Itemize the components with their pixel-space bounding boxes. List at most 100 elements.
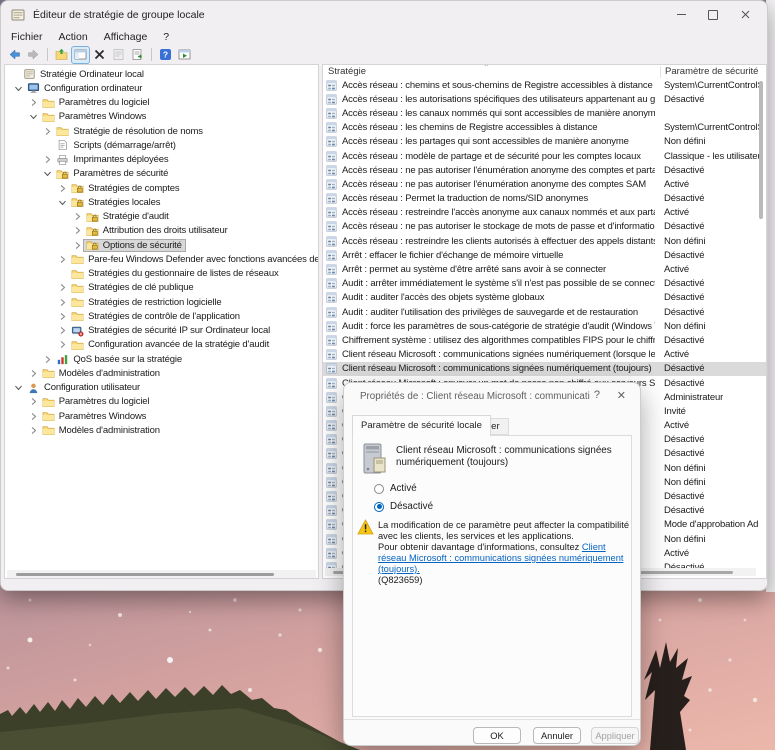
tree-item[interactable]: Stratégies de clé publique — [5, 281, 318, 295]
policy-row[interactable]: Accès réseau : les chemins de Registre a… — [323, 121, 766, 135]
tree-item[interactable]: QoS basée sur la stratégie — [5, 352, 318, 366]
policy-row[interactable]: Accès réseau : chemins et sous-chemins d… — [323, 78, 766, 92]
chevron-right-icon[interactable] — [57, 282, 68, 293]
list-vertical-scrollbar[interactable] — [759, 79, 763, 567]
policy-row[interactable]: Accès réseau : les canaux nommés qui son… — [323, 106, 766, 120]
chevron-right-icon[interactable] — [42, 154, 53, 165]
tree-item[interactable]: Stratégie d'audit — [5, 210, 318, 224]
radio-enabled[interactable]: Activé — [374, 483, 417, 494]
tree-item[interactable]: Configuration ordinateur — [5, 81, 318, 95]
chevron-right-icon[interactable] — [28, 368, 39, 379]
maximize-button[interactable] — [697, 1, 729, 28]
tree-item[interactable]: Stratégies de restriction logicielle — [5, 295, 318, 309]
policy-row[interactable]: Accès réseau : restreindre les clients a… — [323, 234, 766, 248]
tree-item[interactable]: Pare-feu Windows Defender avec fonctions… — [5, 252, 318, 266]
chevron-down-icon[interactable] — [13, 382, 24, 393]
new-window-icon[interactable] — [176, 47, 193, 63]
chevron-right-icon[interactable] — [57, 254, 68, 265]
chevron-down-icon[interactable] — [57, 197, 68, 208]
chevron-right-icon[interactable] — [42, 354, 53, 365]
dialog-help-icon[interactable]: ? — [594, 389, 600, 401]
tree-item[interactable]: Paramètres de sécurité — [5, 167, 318, 181]
policy-row[interactable]: Arrêt : permet au système d'être arrêté … — [323, 262, 766, 276]
tree-item[interactable]: Stratégies du gestionnaire de listes de … — [5, 267, 318, 281]
policy-row[interactable]: Accès réseau : ne pas autoriser l'énumér… — [323, 177, 766, 191]
help-icon[interactable]: ? — [157, 47, 174, 63]
column-header-setting[interactable]: Paramètre de sécurité — [660, 66, 758, 78]
policy-row[interactable]: Accès réseau : restreindre l'accès anony… — [323, 206, 766, 220]
chevron-right-icon[interactable] — [57, 183, 68, 194]
radio-enabled-circle[interactable] — [374, 484, 384, 494]
tree-item[interactable]: Attribution des droits utilisateur — [5, 224, 318, 238]
chevron-right-icon[interactable] — [28, 425, 39, 436]
tree-item[interactable]: Imprimantes déployées — [5, 153, 318, 167]
minimize-button[interactable] — [665, 1, 697, 28]
chevron-right-icon[interactable] — [42, 126, 53, 137]
tree-item[interactable]: Stratégies de sécurité IP sur Ordinateur… — [5, 324, 318, 338]
cancel-button[interactable]: Annuler — [533, 727, 581, 744]
tree-item[interactable]: Stratégie Ordinateur local — [5, 67, 318, 81]
chevron-right-icon[interactable] — [57, 297, 68, 308]
tree-item[interactable]: Scripts (démarrage/arrêt) — [5, 138, 318, 152]
radio-disabled-circle[interactable] — [374, 502, 384, 512]
menu-item-?[interactable]: ? — [155, 31, 177, 43]
chevron-right-icon[interactable] — [57, 339, 68, 350]
policy-row[interactable]: Audit : force les paramètres de sous-cat… — [323, 319, 766, 333]
tree-item[interactable]: Options de sécurité — [5, 238, 318, 252]
tree-item[interactable]: Paramètres Windows — [5, 110, 318, 124]
forward-icon[interactable] — [25, 47, 42, 63]
tree-item[interactable]: Stratégies de comptes — [5, 181, 318, 195]
tree-item[interactable]: Configuration utilisateur — [5, 381, 318, 395]
chevron-down-icon[interactable] — [28, 111, 39, 122]
policy-row[interactable]: Accès réseau : les partages qui sont acc… — [323, 135, 766, 149]
back-icon[interactable] — [6, 47, 23, 63]
policy-row[interactable]: Audit : arrêter immédiatement le système… — [323, 277, 766, 291]
policy-row[interactable]: Arrêt : effacer le fichier d'échange de … — [323, 248, 766, 262]
chevron-right-icon[interactable] — [28, 411, 39, 422]
export-list-icon[interactable] — [129, 47, 146, 63]
column-header-strategy[interactable]: Stratégie — [328, 66, 366, 77]
chevron-down-icon[interactable] — [42, 168, 53, 179]
policy-row[interactable]: Accès réseau : les autorisations spécifi… — [323, 92, 766, 106]
radio-disabled[interactable]: Désactivé — [374, 501, 433, 512]
tab-local-security-setting[interactable]: Paramètre de sécurité locale — [352, 415, 491, 436]
policy-row[interactable]: Chiffrement système : utilisez des algor… — [323, 333, 766, 347]
chevron-down-icon[interactable] — [13, 83, 24, 94]
policy-row[interactable]: Client réseau Microsoft : communications… — [323, 362, 766, 376]
close-button[interactable] — [729, 1, 761, 28]
tree-item[interactable]: Paramètres du logiciel — [5, 395, 318, 409]
delete-icon[interactable] — [91, 47, 108, 63]
tree-item[interactable]: Stratégie de résolution de noms — [5, 124, 318, 138]
tree-item[interactable]: Modèles d'administration — [5, 366, 318, 380]
tree-item[interactable]: Paramètres Windows — [5, 409, 318, 423]
menu-item-fichier[interactable]: Fichier — [3, 31, 51, 43]
tree-item[interactable]: Stratégies locales — [5, 195, 318, 209]
ok-button[interactable]: OK — [473, 727, 521, 744]
policy-row[interactable]: Audit : auditer l'utilisation des privil… — [323, 305, 766, 319]
chevron-right-icon[interactable] — [28, 396, 39, 407]
tree-item[interactable]: Stratégies de contrôle de l'application — [5, 309, 318, 323]
tree-item[interactable]: Configuration avancée de la stratégie d'… — [5, 338, 318, 352]
dialog-close-icon[interactable]: ✕ — [617, 389, 626, 402]
console-tree-toggle-icon[interactable] — [72, 47, 89, 63]
policy-row[interactable]: Audit : auditer l'accès des objets systè… — [323, 291, 766, 305]
menu-item-affichage[interactable]: Affichage — [96, 31, 156, 43]
menu-item-action[interactable]: Action — [51, 31, 96, 43]
tree-item[interactable]: Modèles d'administration — [5, 423, 318, 437]
chevron-right-icon[interactable] — [72, 225, 83, 236]
policy-row[interactable]: Accès réseau : ne pas autoriser le stock… — [323, 220, 766, 234]
chevron-right-icon[interactable] — [72, 240, 83, 251]
chevron-right-icon[interactable] — [57, 325, 68, 336]
policy-row[interactable]: Accès réseau : ne pas autoriser l'énumér… — [323, 163, 766, 177]
apply-button[interactable]: Appliquer — [591, 727, 639, 744]
policy-row[interactable]: Accès réseau : modèle de partage et de s… — [323, 149, 766, 163]
tree-item[interactable]: Paramètres du logiciel — [5, 96, 318, 110]
policy-row[interactable]: Accès réseau : Permet la traduction de n… — [323, 192, 766, 206]
tree-horizontal-scrollbar[interactable] — [7, 570, 316, 578]
properties-icon[interactable] — [110, 47, 127, 63]
chevron-right-icon[interactable] — [28, 97, 39, 108]
up-folder-icon[interactable] — [53, 47, 70, 63]
title-bar[interactable]: Éditeur de stratégie de groupe locale — [1, 1, 767, 28]
chevron-right-icon[interactable] — [72, 211, 83, 222]
chevron-right-icon[interactable] — [57, 311, 68, 322]
